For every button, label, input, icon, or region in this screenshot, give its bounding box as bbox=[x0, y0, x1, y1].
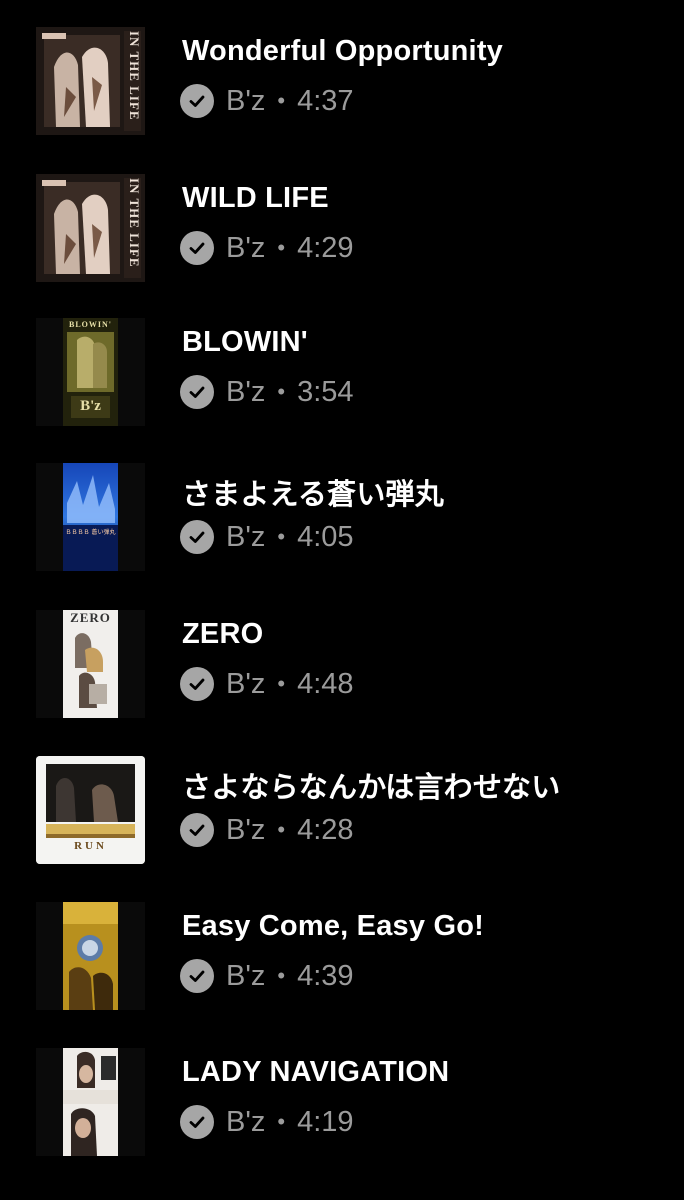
track-artist: B'z bbox=[226, 520, 266, 553]
track-title: さまよえる蒼い弾丸 bbox=[182, 479, 444, 511]
separator-dot: • bbox=[277, 817, 286, 842]
album-art-text: B'z bbox=[80, 398, 101, 414]
album-art bbox=[36, 902, 145, 1010]
separator-dot: • bbox=[277, 379, 286, 404]
track-duration: 3:54 bbox=[297, 375, 354, 408]
downloaded-check-icon bbox=[180, 84, 214, 118]
track-title: ZERO bbox=[182, 618, 264, 650]
album-art: ＢＢＢＢ 蒼い弾丸 bbox=[36, 463, 145, 571]
album-art-text: BLOWIN' bbox=[68, 320, 112, 329]
separator-dot: • bbox=[277, 235, 286, 260]
track-meta: B'z • 4:28 bbox=[180, 812, 354, 848]
downloaded-check-icon bbox=[180, 231, 214, 265]
track-row[interactable]: IN THE LIFE WILD LIFE B'z • 4:29 bbox=[0, 174, 684, 320]
album-art: IN THE LIFE bbox=[36, 174, 145, 282]
track-artist: B'z bbox=[226, 667, 266, 700]
downloaded-check-icon bbox=[180, 667, 214, 701]
album-art-text: RUN bbox=[74, 840, 107, 852]
track-row[interactable]: Easy Come, Easy Go! B'z • 4:39 bbox=[0, 902, 684, 1048]
album-art-text: IN THE LIFE bbox=[127, 31, 142, 121]
track-row[interactable]: ZERO ZERO B'z • 4:48 bbox=[0, 610, 684, 756]
track-meta: B'z • 4:37 bbox=[180, 83, 354, 119]
track-artist: B'z bbox=[226, 375, 266, 408]
album-art: BLOWIN' B'z bbox=[36, 318, 145, 426]
track-title: さよならなんかは言わせない bbox=[182, 772, 561, 804]
album-art: RUN bbox=[36, 756, 145, 864]
album-art: ZERO bbox=[36, 610, 145, 718]
track-duration: 4:48 bbox=[297, 667, 354, 700]
separator-dot: • bbox=[277, 88, 286, 113]
track-meta: B'z • 4:05 bbox=[180, 519, 354, 555]
track-artist: B'z bbox=[226, 959, 266, 992]
track-artist: B'z bbox=[226, 84, 266, 117]
separator-dot: • bbox=[277, 524, 286, 549]
track-artist: B'z bbox=[226, 1105, 266, 1138]
album-art-text: ＢＢＢＢ 蒼い弾丸 bbox=[65, 529, 116, 536]
track-row[interactable]: ＢＢＢＢ 蒼い弾丸 さまよえる蒼い弾丸 B'z • 4:05 bbox=[0, 463, 684, 609]
track-meta: B'z • 4:39 bbox=[180, 958, 354, 994]
track-title: Wonderful Opportunity bbox=[182, 35, 504, 67]
downloaded-check-icon bbox=[180, 959, 214, 993]
separator-dot: • bbox=[277, 963, 286, 988]
downloaded-check-icon bbox=[180, 520, 214, 554]
track-title: LADY NAVIGATION bbox=[182, 1056, 450, 1088]
album-art-text: IN THE LIFE bbox=[127, 178, 142, 268]
downloaded-check-icon bbox=[180, 1105, 214, 1139]
track-artist: B'z bbox=[226, 231, 266, 264]
track-artist: B'z bbox=[226, 813, 266, 846]
track-meta: B'z • 4:48 bbox=[180, 666, 354, 702]
track-title: Easy Come, Easy Go! bbox=[182, 910, 484, 942]
track-duration: 4:05 bbox=[297, 520, 354, 553]
downloaded-check-icon bbox=[180, 813, 214, 847]
track-row[interactable]: IN THE LIFE Wonderful Opportunity B'z • … bbox=[0, 27, 684, 173]
track-row[interactable]: LADY NAVIGATION B'z • 4:19 bbox=[0, 1048, 684, 1194]
track-duration: 4:37 bbox=[297, 84, 354, 117]
track-duration: 4:28 bbox=[297, 813, 354, 846]
album-art: IN THE LIFE bbox=[36, 27, 145, 135]
track-meta: B'z • 3:54 bbox=[180, 374, 354, 410]
track-title: BLOWIN' bbox=[182, 326, 308, 358]
track-meta: B'z • 4:19 bbox=[180, 1104, 354, 1140]
separator-dot: • bbox=[277, 671, 286, 696]
track-list: IN THE LIFE Wonderful Opportunity B'z • … bbox=[0, 0, 684, 1200]
downloaded-check-icon bbox=[180, 375, 214, 409]
track-duration: 4:39 bbox=[297, 959, 354, 992]
track-title: WILD LIFE bbox=[182, 182, 329, 214]
track-duration: 4:19 bbox=[297, 1105, 354, 1138]
album-art-text: ZERO bbox=[70, 610, 111, 625]
separator-dot: • bbox=[277, 1109, 286, 1134]
track-row[interactable]: BLOWIN' B'z BLOWIN' B'z • 3:54 bbox=[0, 318, 684, 464]
track-meta: B'z • 4:29 bbox=[180, 230, 354, 266]
track-duration: 4:29 bbox=[297, 231, 354, 264]
album-art bbox=[36, 1048, 145, 1156]
track-row[interactable]: RUN さよならなんかは言わせない B'z • 4:28 bbox=[0, 756, 684, 902]
